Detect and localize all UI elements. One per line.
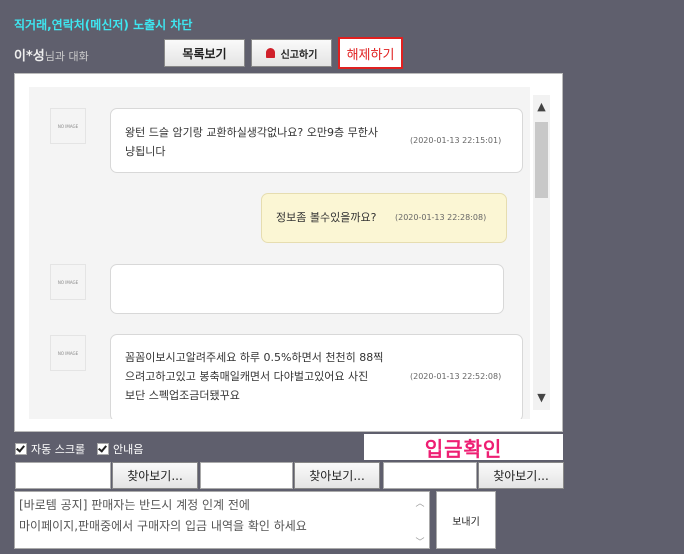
message-list[interactable]: NO IMAGE 왕턴 드슬 암기랑 교환하실생각없나요? 오만9층 무한사 냥… [29,87,530,419]
scrollbar-thumb[interactable] [535,122,548,198]
siren-icon [265,48,275,58]
message-bubble [110,264,504,314]
message-text: 꼼꼼이보시고알려주세요 하루 0.5%하면서 천천히 88찍 으려고하고있고 봉… [125,348,383,405]
chevron-down-icon[interactable]: ▼ [533,389,550,406]
checkbox-checked-icon[interactable] [15,443,27,455]
chevron-up-icon[interactable]: ▲ [533,98,550,115]
file-path-field[interactable] [383,462,477,489]
message-text: 왕턴 드슬 암기랑 교환하실생각없나요? 오만9층 무한사 냥됩니다 [125,123,378,161]
message-bubble: 왕턴 드슬 암기랑 교환하실생각없나요? 오만9층 무한사 냥됩니다 (2020… [110,108,523,173]
message-line: 꼼꼼이보시고알려주세요 하루 0.5%하면서 천천히 88찍 [125,351,384,364]
chevron-up-icon[interactable]: ︿ [413,494,427,515]
avatar: NO IMAGE [50,264,86,300]
block-warning: 직거래,연락처(메신저) 노출시 차단 [14,18,193,32]
message-time: (2020-01-13 22:52:08) [410,372,502,381]
browse-button[interactable]: 찾아보기... [478,462,564,489]
list-button[interactable]: 목록보기 [164,39,245,67]
file-path-field[interactable] [15,462,111,489]
message-line: 으려고하고있고 봉축매일캐면서 다야벌고있어요 사진 [125,370,369,383]
avatar-text: NO IMAGE [57,279,79,285]
deposit-confirm-button[interactable]: 입금확인 [364,434,563,461]
file-path-field[interactable] [200,462,293,489]
guide-sound-checkbox[interactable]: 안내음 [97,441,143,457]
message-input[interactable]: [바로템 공지] 판매자는 반드시 계정 인계 전에 마이페이지,판매중에서 구… [14,491,430,549]
guide-sound-label: 안내음 [113,443,144,456]
browse-button[interactable]: 찾아보기... [112,462,198,489]
partner-name: 이*성 [14,49,45,64]
avatar-text: NO IMAGE [57,350,79,356]
input-scrollbar[interactable]: ︿ ﹀ [413,494,427,548]
message-line: 왕턴 드슬 암기랑 교환하실생각없나요? 오만9층 무한사 [125,126,378,139]
release-button[interactable]: 해제하기 [338,37,403,69]
message-time: (2020-01-13 22:15:01) [410,136,502,145]
avatar-text: NO IMAGE [57,123,79,129]
notice-line: [바로템 공지] 판매자는 반드시 계정 인계 전에 [19,498,250,512]
message-text: 정보좀 볼수있을까요? [276,211,377,224]
chat-scrollbar[interactable]: ▲ ▼ [533,95,550,410]
browse-button[interactable]: 찾아보기... [294,462,380,489]
avatar: NO IMAGE [50,108,86,144]
message-line: 보단 스펙업조금더됐꾸요 [125,389,240,402]
list-button-label: 목록보기 [182,46,227,61]
message-bubble: 꼼꼼이보시고알려주세요 하루 0.5%하면서 천천히 88찍 으려고하고있고 봉… [110,334,523,419]
avatar: NO IMAGE [50,335,86,371]
report-button[interactable]: 신고하기 [251,39,332,67]
my-message-bubble: 정보좀 볼수있을까요? (2020-01-13 22:28:08) [261,193,507,243]
release-button-label: 해제하기 [346,47,395,63]
chevron-down-icon[interactable]: ﹀ [413,533,427,554]
partner-suffix: 님과 대화 [44,50,89,63]
report-button-label: 신고하기 [280,49,318,61]
auto-scroll-checkbox[interactable]: 자동 스크롤 [15,441,85,457]
send-button[interactable]: 보내기 [436,491,496,549]
checkbox-checked-icon[interactable] [97,443,109,455]
chat-partner: 이*성님과 대화 [14,45,89,64]
notice-line: 마이페이지,판매중에서 구매자의 입금 내역을 확인 하세요 [19,519,307,533]
message-line: 냥됩니다 [125,145,166,158]
message-time: (2020-01-13 22:28:08) [395,213,487,222]
auto-scroll-label: 자동 스크롤 [31,443,86,456]
